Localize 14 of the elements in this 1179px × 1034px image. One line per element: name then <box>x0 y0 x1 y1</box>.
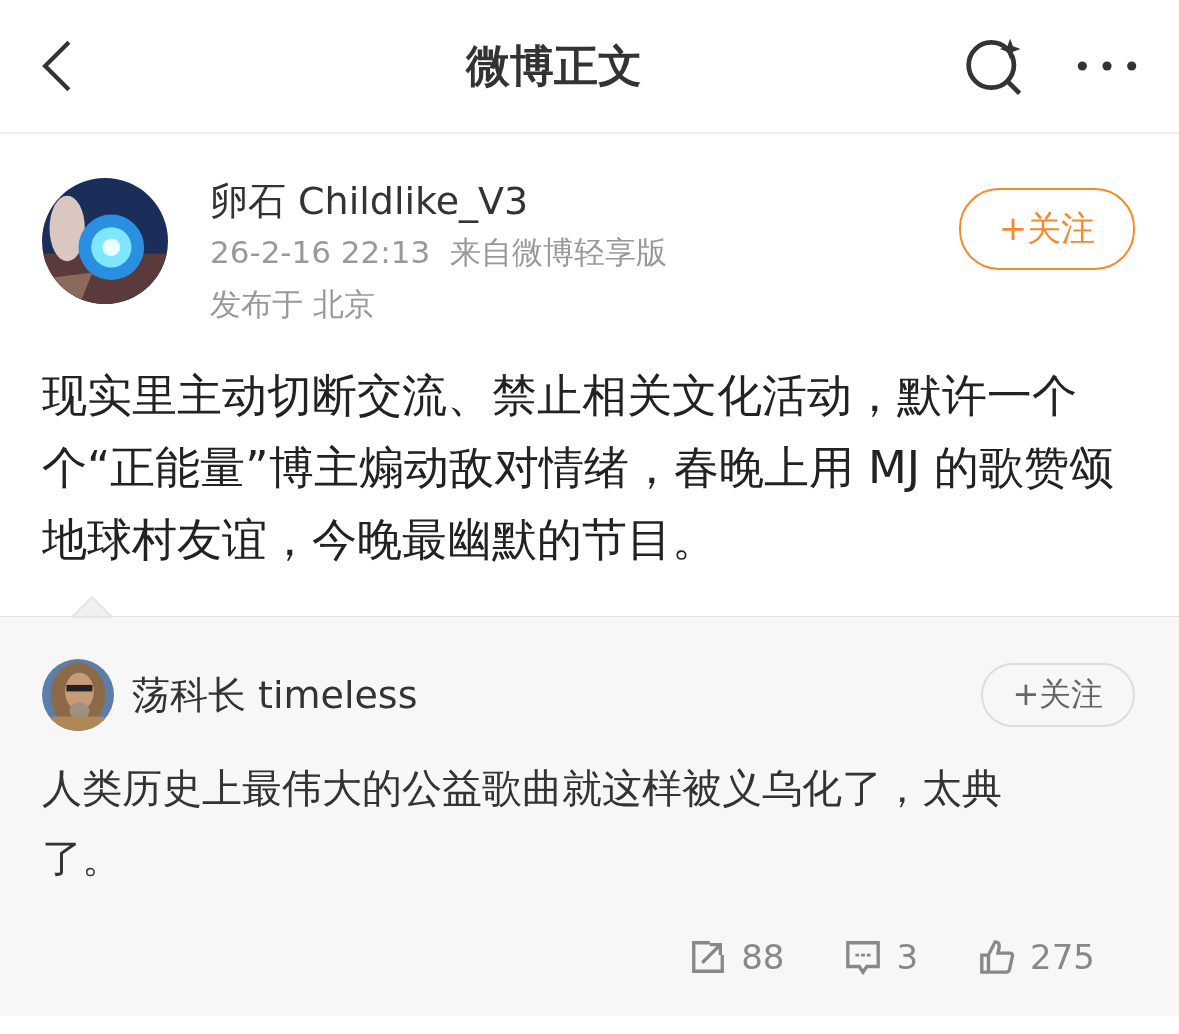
post-location: 发布于 北京 <box>210 285 376 324</box>
author-name[interactable]: 荡科长 timeless <box>132 669 981 721</box>
post-source: 来自微博轻享版 <box>450 234 668 270</box>
action-count: 88 <box>741 937 785 977</box>
post-text: 现实里主动切断交流、禁止相关文化活动，默许一个个“正能量”博主煽动敌对情绪，春晚上用 MJ 的歌赞颂地球村友谊，今晚最幽默的节目。 <box>42 368 1116 568</box>
page-title: 微博正文 <box>464 38 643 93</box>
repost-text: 人类历史上最伟大的公益歌曲就这样被义乌化了，太典了。 <box>42 764 1003 883</box>
thumbs-up-icon[interactable] <box>978 938 1017 976</box>
follow-button[interactable]: +关注 <box>981 663 1135 727</box>
action-count: 3 <box>896 937 919 977</box>
action-count: 275 <box>1030 937 1095 977</box>
author-name[interactable]: 卵石 Childlike_V3 <box>210 176 959 226</box>
post-time: 26-2-16 22:13 <box>210 234 431 270</box>
comment-icon[interactable] <box>844 938 883 976</box>
